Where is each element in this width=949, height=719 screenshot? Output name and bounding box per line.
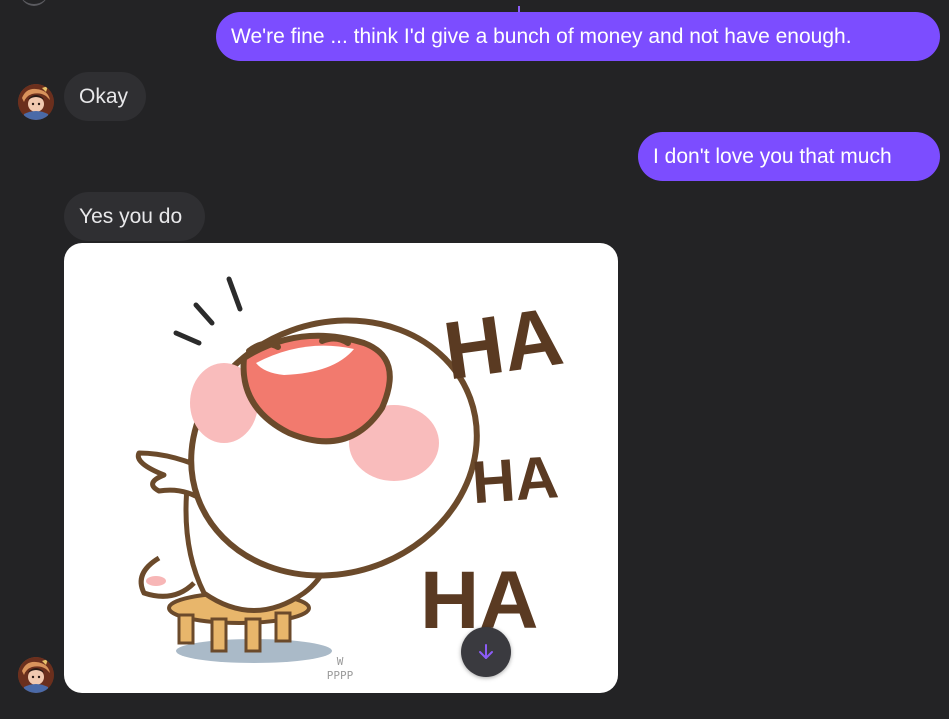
avatar-image-icon — [18, 84, 54, 120]
contact-avatar[interactable] — [18, 84, 54, 120]
message-bubble-outgoing[interactable]: We're fine ... think I'd give a bunch of… — [216, 12, 940, 61]
sticker-message[interactable]: HA HA HA W PPPP — [64, 243, 618, 693]
avatar-image-icon — [18, 657, 54, 693]
laughing-sticker-icon: HA HA HA W PPPP — [135, 276, 569, 682]
message-text: Okay — [79, 85, 129, 108]
sticker-watermark: W — [337, 655, 344, 668]
contact-avatar[interactable] — [18, 657, 54, 693]
previous-avatar-edge — [20, 0, 48, 6]
message-bubble-incoming[interactable]: Okay — [64, 72, 146, 121]
scroll-to-bottom-button[interactable] — [461, 627, 511, 677]
message-text: I don't love you that much — [653, 145, 892, 168]
message-text: We're fine ... think I'd give a bunch of… — [231, 25, 852, 48]
sticker-ha-text: HA — [439, 291, 569, 398]
sticker-ha-text: HA — [470, 443, 561, 516]
sticker-watermark: PPPP — [327, 669, 354, 682]
message-bubble-incoming[interactable]: Yes you do — [64, 192, 205, 241]
message-bubble-outgoing[interactable]: I don't love you that much — [638, 132, 940, 181]
message-text: Yes you do — [79, 205, 183, 228]
arrow-down-icon — [479, 644, 493, 659]
